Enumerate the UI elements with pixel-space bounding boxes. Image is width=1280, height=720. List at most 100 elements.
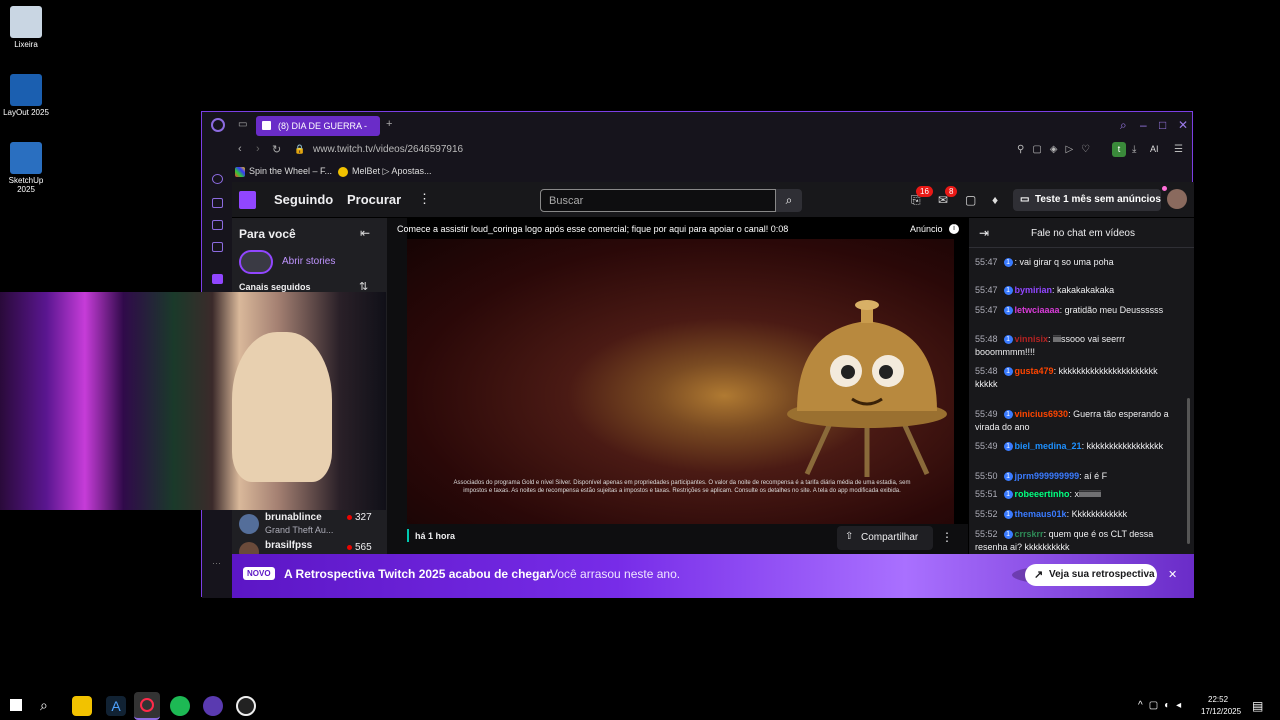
profile-icon[interactable]: t	[1112, 142, 1126, 157]
toolbar-icons[interactable]: ⚲▢◈▷♡	[1017, 144, 1098, 155]
chat-username[interactable]: letwciaaaa	[1015, 305, 1060, 315]
layout-app-icon[interactable]: LayOut 2025	[0, 74, 52, 118]
sketchup-app-label: SketchUp 2025	[8, 176, 44, 194]
info-icon[interactable]: i	[949, 224, 959, 234]
minimize-icon[interactable]: –	[1140, 118, 1147, 132]
clock-date[interactable]: 17/12/2025	[1201, 707, 1241, 716]
search-icon[interactable]: ⌕	[40, 697, 48, 714]
download-icon[interactable]: ⤓	[1132, 144, 1136, 155]
chat-username[interactable]: jprm999999999	[1015, 471, 1080, 481]
nav-browse[interactable]: Procurar	[347, 192, 401, 207]
recycle-bin-icon[interactable]: Lixeira	[0, 6, 52, 50]
promo-subtitle: Você arrasou neste ano.	[550, 567, 681, 581]
taskbar: ⌕ A ^▢◐◂ 22:52 17/12/2025 ▤	[0, 692, 1280, 720]
live-dot-icon	[347, 515, 352, 520]
app-record-icon[interactable]	[236, 696, 256, 716]
channel-avatar	[239, 514, 259, 534]
sub-badge-icon: 1	[1003, 306, 1013, 316]
sub-badge-icon: 1	[1003, 530, 1013, 540]
start-icon[interactable]	[10, 699, 22, 711]
history-icon[interactable]	[212, 174, 223, 184]
collapse-nav-icon[interactable]: ⇤	[360, 226, 370, 240]
chat-timestamp: 55:52	[975, 529, 998, 539]
chat-username[interactable]: vinicius6930	[1015, 409, 1069, 419]
tab-twitch[interactable]: (8) DIA DE GUERRA -	[256, 116, 380, 136]
back-icon[interactable]: ‹	[238, 143, 242, 155]
tab-islands-icon[interactable]: ▭	[238, 119, 247, 130]
aria-icon[interactable]	[212, 198, 223, 208]
channel-item-brasilfpss[interactable]: brasilfpss 565	[239, 540, 384, 554]
chat-message: 55:49 1 biel_medina_21: kkkkkkkkkkkkkkkkk	[975, 440, 1175, 453]
whispers-icon[interactable]: ▢	[965, 193, 976, 207]
opera-logo-icon[interactable]	[211, 118, 225, 132]
chat-text: : quem que é os CLT dessa resenha ai? kk…	[975, 529, 1154, 552]
system-tray-icons[interactable]: ^▢◐◂	[1138, 700, 1187, 711]
chat-username[interactable]: robeeertinho	[1015, 489, 1070, 499]
chat-message: 55:47 1 letwciaaaa: gratidão meu Deussssss	[975, 304, 1175, 317]
chat-header-title: Fale no chat em vídeos	[1031, 228, 1135, 239]
messenger-icon[interactable]	[212, 242, 223, 252]
channel-item-brunablince[interactable]: brunablince Grand Theft Au... 327	[239, 512, 384, 538]
notifications-icon[interactable]: ▤	[1252, 699, 1263, 713]
reload-icon[interactable]: ↻	[272, 143, 281, 156]
chat-scrollbar[interactable]	[1187, 398, 1190, 544]
url-field[interactable]: www.twitch.tv/videos/2646597916	[313, 144, 463, 155]
search-input[interactable]: Buscar	[540, 189, 776, 212]
chat-username[interactable]: themaus01k	[1015, 509, 1067, 519]
clock-time[interactable]: 22:52	[1208, 695, 1228, 704]
chat-username[interactable]: vinnisix	[1015, 334, 1049, 344]
forward-icon[interactable]: ›	[256, 143, 260, 155]
streamer-figure	[232, 332, 332, 482]
app-a-icon[interactable]: A	[106, 696, 126, 716]
extensions-icon[interactable]	[212, 220, 223, 230]
chat-message: 55:48 1 vinnisix: iiiissooo vai seerrr boo…	[975, 333, 1175, 359]
prime-icon[interactable]: ♦	[992, 193, 998, 207]
file-explorer-icon[interactable]	[72, 696, 92, 716]
bookmark-melbet[interactable]: MelBet ▷ Apostas...	[338, 166, 431, 177]
sidebar-more-icon[interactable]: ⋯	[212, 558, 221, 569]
open-stories-link[interactable]: Abrir stories	[282, 256, 335, 267]
close-window-icon[interactable]: ✕	[1178, 118, 1188, 132]
view-retrospective-button[interactable]: ↗ Veja sua retrospectiva	[1025, 564, 1157, 586]
viewer-count: 327	[355, 512, 372, 523]
chat-message: 55:52 1 crrskrr: quem que é os CLT dessa r…	[975, 528, 1175, 554]
sub-badge-icon: 1	[1003, 442, 1013, 452]
sub-badge-icon: 1	[1003, 510, 1013, 520]
new-tab-icon[interactable]: +	[386, 118, 392, 130]
channel-name: brasilfpss	[265, 540, 313, 551]
avatar[interactable]	[1167, 189, 1187, 209]
chat-username[interactable]: gusta479	[1015, 366, 1054, 376]
tab-title: (8) DIA DE GUERRA -	[278, 121, 368, 131]
search-tabs-icon[interactable]: ⌕	[1120, 118, 1127, 133]
opera-ring-icon	[140, 698, 154, 712]
more-options-icon[interactable]: ⋮	[418, 191, 431, 207]
twitch-sidebar-icon[interactable]	[212, 274, 223, 284]
opera-gx-taskbar-icon[interactable]	[134, 692, 160, 720]
menu-icon[interactable]: ☰	[1174, 144, 1183, 155]
followed-channels-heading: Canais seguidos	[239, 282, 311, 292]
bookmark-label: MelBet ▷ Apostas...	[352, 166, 432, 176]
twitch-logo-icon[interactable]	[239, 191, 256, 209]
chat-username[interactable]: crrskrr	[1015, 529, 1044, 539]
chat-username[interactable]: bymirian	[1015, 285, 1053, 295]
share-button[interactable]: ⇧ Compartilhar	[837, 526, 933, 550]
ai-button[interactable]: AI	[1150, 144, 1159, 154]
stories-avatar[interactable]	[239, 250, 273, 274]
more-video-options-icon[interactable]: ⋮	[941, 530, 953, 544]
bookmark-spin-wheel[interactable]: Spin the Wheel – F...	[235, 166, 332, 177]
close-banner-icon[interactable]: ✕	[1168, 568, 1177, 581]
channel-name: brunablince	[265, 512, 322, 523]
nav-following[interactable]: Seguindo	[274, 192, 333, 207]
layout-app-label: LayOut 2025	[3, 108, 49, 117]
search-icon[interactable]: ⌕	[776, 189, 802, 212]
chat-timestamp: 55:48	[975, 334, 998, 344]
spotify-icon[interactable]	[170, 696, 190, 716]
sketchup-app-icon[interactable]: SketchUp 2025	[0, 142, 52, 195]
chat-timestamp: 55:47	[975, 305, 998, 315]
discord-icon[interactable]	[203, 696, 223, 716]
chat-username[interactable]: biel_medina_21	[1015, 441, 1082, 451]
chat-timestamp: 55:50	[975, 471, 998, 481]
collapse-chat-icon[interactable]: ⇥	[979, 226, 989, 240]
maximize-icon[interactable]: □	[1159, 118, 1166, 132]
turbo-button[interactable]: ▭ Teste 1 mês sem anúncios	[1013, 189, 1161, 211]
